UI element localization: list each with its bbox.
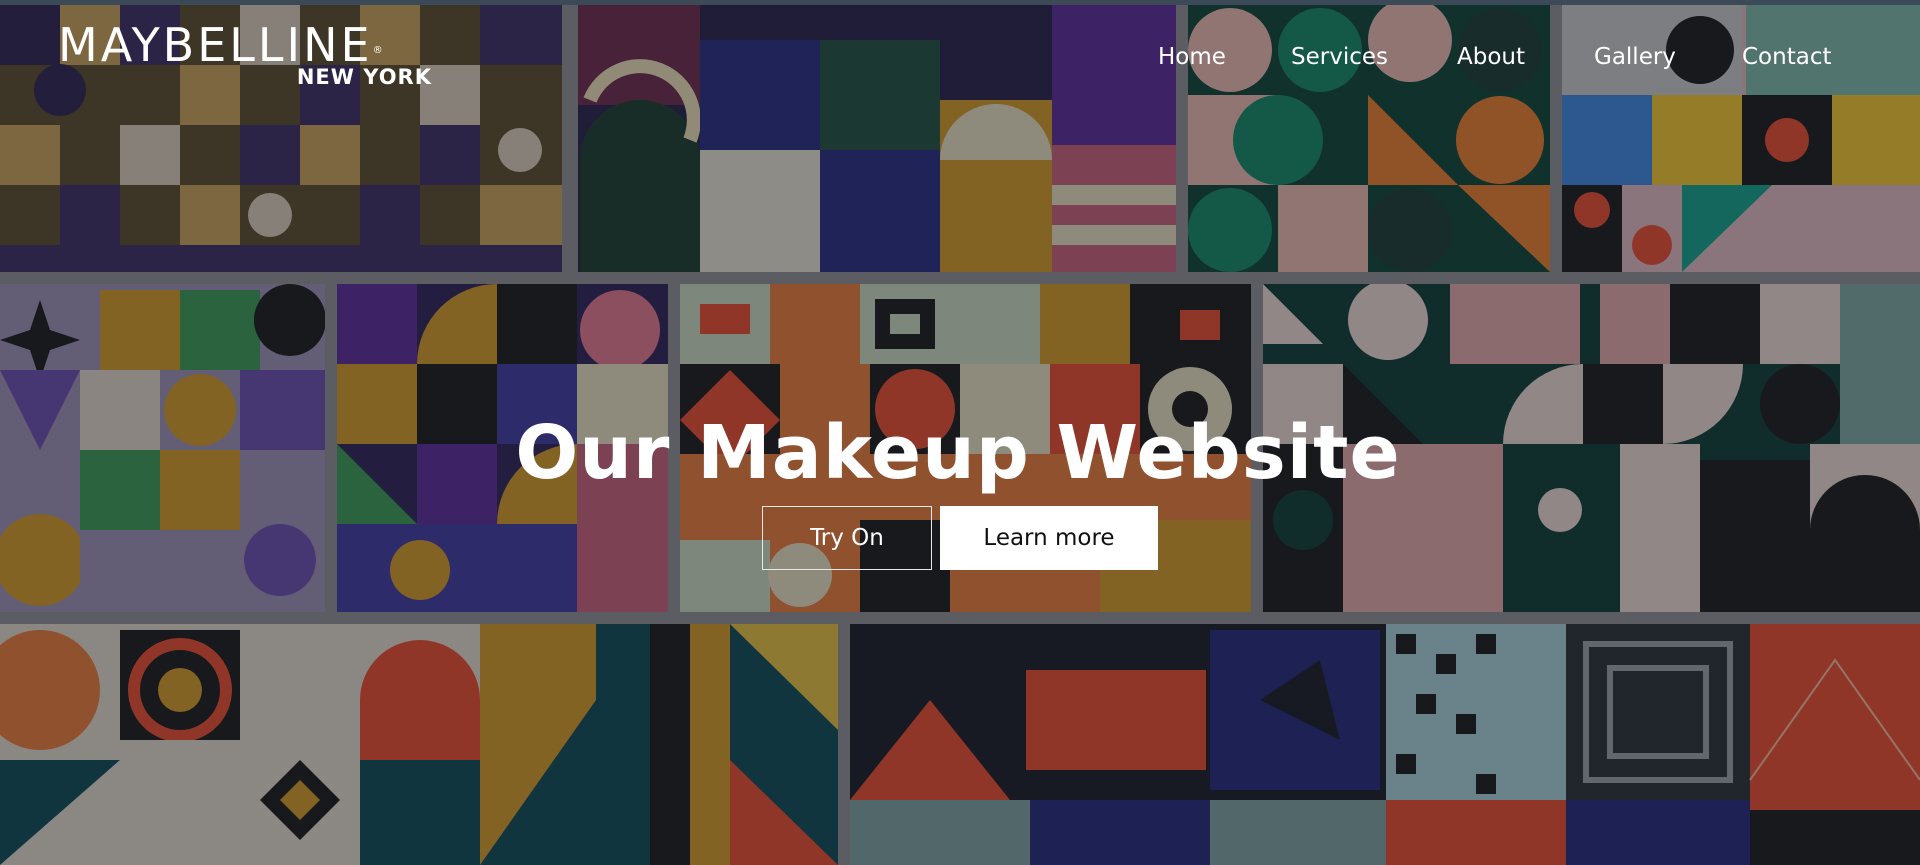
nav-link-about[interactable]: About bbox=[1457, 44, 1525, 70]
nav-link-gallery[interactable]: Gallery bbox=[1594, 44, 1676, 70]
brand-logo-wordmark: MAYBELLINE® bbox=[58, 22, 438, 68]
brand-logo[interactable]: MAYBELLINE® NEW YORK bbox=[58, 22, 438, 88]
trademark-symbol: ® bbox=[372, 45, 386, 56]
learn-more-button[interactable]: Learn more bbox=[940, 506, 1158, 570]
nav-link-services[interactable]: Services bbox=[1291, 44, 1388, 70]
hero-section: MAYBELLINE® NEW YORK Home Services About… bbox=[0, 0, 1920, 865]
hero-title: Our Makeup Website bbox=[515, 410, 1401, 496]
top-accent-bar bbox=[0, 0, 1920, 5]
nav-link-contact[interactable]: Contact bbox=[1742, 44, 1831, 70]
try-on-button[interactable]: Try On bbox=[762, 506, 932, 570]
nav-link-home[interactable]: Home bbox=[1158, 44, 1226, 70]
brand-name: MAYBELLINE bbox=[58, 18, 373, 72]
